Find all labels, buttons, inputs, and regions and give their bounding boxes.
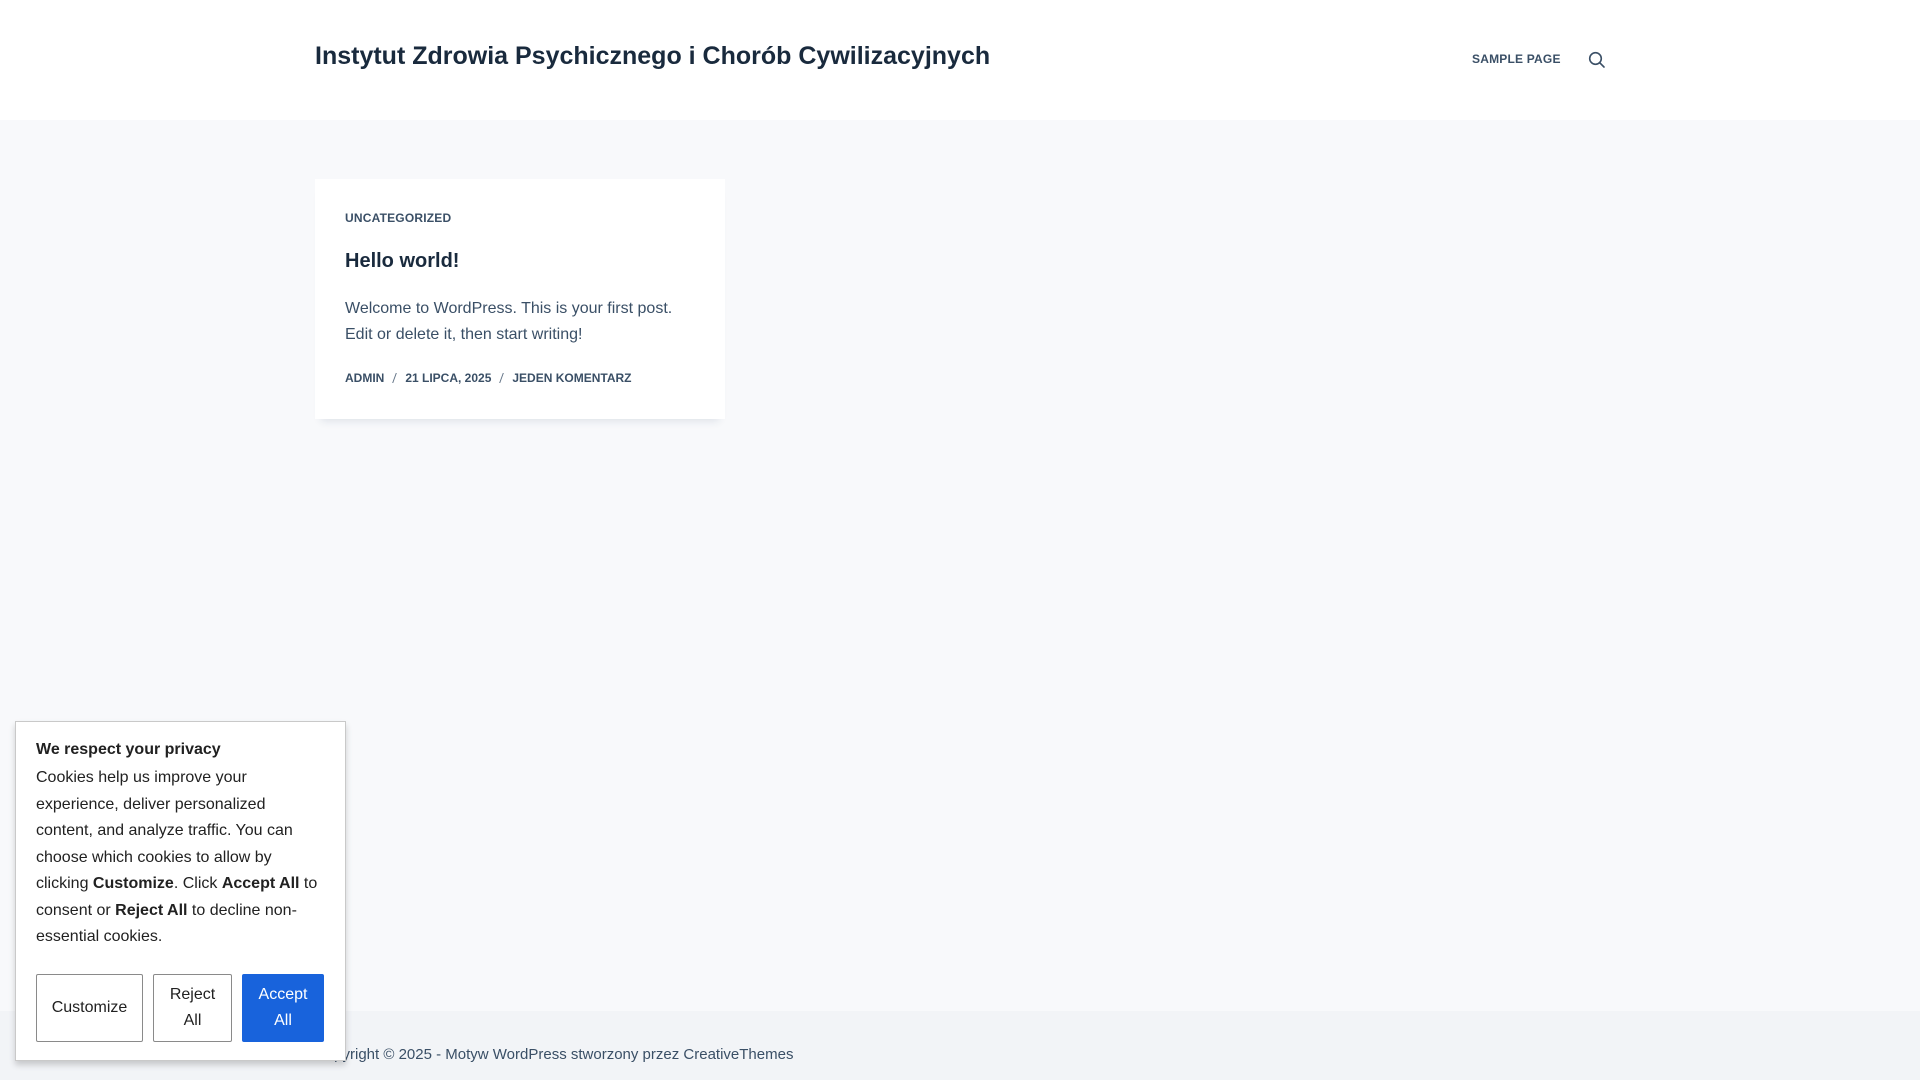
footer-copyright-text: Copyright © 2025 - Motyw WordPress stwor… bbox=[315, 1046, 684, 1063]
meta-separator bbox=[499, 373, 505, 383]
post-author[interactable]: ADMIN bbox=[345, 371, 384, 385]
reject-all-button[interactable]: Reject All bbox=[153, 974, 232, 1042]
nav-item-sample-page[interactable]: SAMPLE PAGE bbox=[1472, 52, 1561, 66]
cookie-text-bold: Accept All bbox=[221, 875, 300, 892]
footer-copyright: Copyright © 2025 - Motyw WordPress stwor… bbox=[315, 1046, 793, 1063]
cookie-description: Cookies help us improve your experience,… bbox=[36, 765, 325, 951]
cookie-buttons: Customize Reject All Accept All bbox=[36, 974, 324, 1042]
accept-all-button[interactable]: Accept All bbox=[242, 974, 324, 1042]
post-category[interactable]: UNCATEGORIZED bbox=[345, 211, 451, 225]
post-meta: ADMIN 21 LIPCA, 2025 JEDEN KOMENTARZ bbox=[345, 371, 632, 385]
cookie-text-part: . Click bbox=[173, 875, 222, 892]
cookie-text-bold: Reject All bbox=[115, 901, 188, 919]
cookie-text-part: Cookies help us improve your experience,… bbox=[36, 769, 293, 892]
post-card: UNCATEGORIZED Hello world! Welcome to Wo… bbox=[315, 179, 725, 419]
footer-theme-link[interactable]: CreativeThemes bbox=[683, 1046, 793, 1063]
post-title[interactable]: Hello world! bbox=[345, 250, 459, 273]
meta-separator bbox=[392, 373, 398, 383]
site-header: Instytut Zdrowia Psychicznego i Chorób C… bbox=[0, 0, 1920, 120]
post-excerpt: Welcome to WordPress. This is your first… bbox=[345, 300, 673, 343]
cookie-title: We respect your privacy bbox=[36, 741, 221, 758]
cookie-text-bold: Customize bbox=[92, 875, 174, 892]
post-comments-link[interactable]: JEDEN KOMENTARZ bbox=[512, 371, 631, 385]
customize-button[interactable]: Customize bbox=[36, 974, 143, 1042]
post-date: 21 LIPCA, 2025 bbox=[405, 371, 492, 385]
site-title[interactable]: Instytut Zdrowia Psychicznego i Chorób C… bbox=[315, 42, 990, 71]
cookie-consent-banner: We respect your privacy Cookies help us … bbox=[15, 721, 346, 1061]
search-icon[interactable] bbox=[1588, 51, 1606, 69]
